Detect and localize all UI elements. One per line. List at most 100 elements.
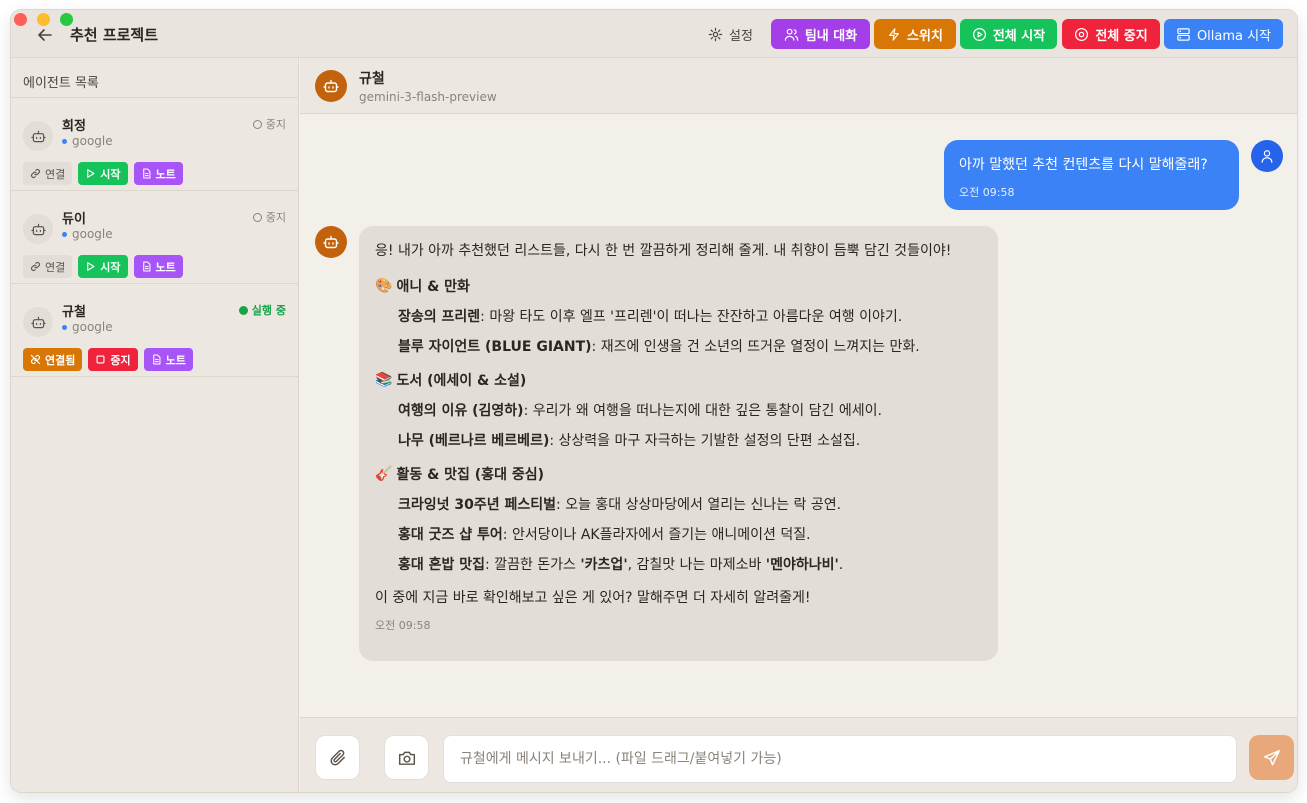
agent-provider: google bbox=[62, 227, 113, 241]
agent-provider: google bbox=[62, 134, 113, 148]
start-button[interactable]: 시작 bbox=[78, 162, 128, 185]
chat-agent-name: 규철 bbox=[359, 71, 385, 87]
arrow-left-icon bbox=[38, 29, 52, 41]
item-desc: : 안서당이나 AK플라자에서 즐기는 애니메이션 덕질. bbox=[502, 527, 811, 543]
start-all-button[interactable]: 전체 시작 bbox=[960, 19, 1057, 49]
provider-dot bbox=[62, 231, 67, 237]
item-desc: , 감칠맛 나는 마제소바 bbox=[627, 557, 766, 573]
item-highlight: '카츠업' bbox=[580, 557, 628, 573]
section-title-books: 📚 도서 (에세이 & 소설) bbox=[375, 370, 982, 390]
switch-button[interactable]: 스위치 bbox=[874, 19, 956, 49]
bot-icon bbox=[323, 79, 339, 93]
app-window: 추천 프로젝트 설정 팀내 대화 스위치 전체 시작 전체 중지 Ollama … bbox=[11, 10, 1297, 792]
connect-button[interactable]: 연결 bbox=[23, 255, 73, 278]
send-button[interactable] bbox=[1249, 735, 1294, 780]
item-name: 나무 (베르나르 베르베르) bbox=[398, 433, 550, 449]
note-label: 노트 bbox=[165, 353, 186, 367]
list-item: 장송의 프리렌: 마왕 타도 이후 엘프 '프리렌'이 떠나는 잔잔하고 아름다… bbox=[375, 306, 982, 326]
stop-button[interactable]: 중지 bbox=[88, 348, 138, 371]
users-icon bbox=[784, 28, 799, 41]
file-text-icon bbox=[142, 168, 150, 179]
agent-actions: 연결됨 중지 노트 bbox=[23, 348, 193, 371]
section-title-activities: 🎸 활동 & 맛집 (홍대 중심) bbox=[375, 464, 982, 484]
note-button[interactable]: 노트 bbox=[133, 162, 183, 185]
camera-icon bbox=[398, 751, 415, 765]
start-button[interactable]: 시작 bbox=[78, 255, 128, 278]
start-label: 시작 bbox=[100, 167, 121, 181]
gear-icon bbox=[708, 27, 723, 41]
list-item: 홍대 혼밥 맛집: 깔끔한 돈가스 '카츠업', 감칠맛 나는 마제소바 '멘야… bbox=[375, 554, 982, 574]
item-desc: : 오늘 홍대 상상마당에서 열리는 신나는 락 공연. bbox=[556, 497, 842, 513]
link-icon bbox=[30, 261, 41, 272]
play-circle-icon bbox=[972, 27, 986, 41]
chat-header: 규철 gemini-3-flash-preview bbox=[300, 58, 1297, 114]
provider-label: google bbox=[72, 134, 113, 148]
bot-message-avatar bbox=[315, 226, 347, 258]
section-title-text: 애니 & 만화 bbox=[396, 279, 470, 295]
item-desc: : 깔끔한 돈가스 bbox=[485, 557, 581, 573]
sidebar-header: 에이전트 목록 bbox=[11, 58, 298, 98]
section-title-anime: 🎨 애니 & 만화 bbox=[375, 276, 982, 296]
note-button[interactable]: 노트 bbox=[133, 255, 183, 278]
send-icon bbox=[1263, 749, 1280, 765]
item-desc: . bbox=[838, 557, 844, 573]
back-button[interactable] bbox=[35, 25, 55, 45]
chat-panel: 규철 gemini-3-flash-preview 아까 말했던 추천 컨텐츠를… bbox=[300, 58, 1297, 792]
ollama-start-label: Ollama 시작 bbox=[1196, 28, 1272, 44]
status-ring-icon bbox=[252, 212, 262, 222]
note-button[interactable]: 노트 bbox=[143, 348, 193, 371]
bot-message-closing: 이 중에 지금 바로 확인해보고 싶은 게 있어? 말해주면 더 자세히 알려줄… bbox=[375, 590, 811, 606]
agent-provider: google bbox=[62, 320, 113, 334]
stop-all-button[interactable]: 전체 중지 bbox=[1062, 19, 1160, 49]
item-name: 홍대 혼밥 맛집 bbox=[398, 557, 486, 573]
section-title-text: 도서 (에세이 & 소설) bbox=[396, 373, 527, 389]
connect-label: 연결 bbox=[45, 260, 66, 274]
camera-button[interactable] bbox=[384, 735, 429, 780]
paperclip-icon bbox=[329, 749, 345, 766]
provider-label: google bbox=[72, 227, 113, 241]
item-desc: : 상상력을 마구 자극하는 기발한 설정의 단편 소설집. bbox=[549, 433, 861, 449]
agent-avatar bbox=[23, 214, 53, 244]
disconnect-button[interactable]: 연결됨 bbox=[23, 348, 83, 371]
bot-icon bbox=[30, 130, 46, 142]
agent-item-gyucheol[interactable]: 규철 google 실행 중 연결됨 중지 노트 bbox=[11, 284, 298, 377]
bot-icon bbox=[30, 316, 46, 328]
section-title-text: 활동 & 맛집 (홍대 중심) bbox=[396, 467, 544, 483]
status-label: 중지 bbox=[265, 211, 286, 224]
settings-button[interactable]: 설정 bbox=[708, 24, 753, 44]
status-label: 실행 중 bbox=[251, 304, 286, 317]
file-text-icon bbox=[152, 354, 161, 365]
item-desc: : 우리가 왜 여행을 떠나는지에 대한 깊은 통찰이 담긴 에세이. bbox=[523, 403, 882, 419]
agent-item-huijeong[interactable]: 희정 google 중지 연결 시작 노트 bbox=[11, 98, 298, 191]
link-icon bbox=[30, 168, 41, 179]
palette-emoji-icon: 🎨 bbox=[375, 278, 393, 294]
bot-avatar bbox=[315, 70, 347, 102]
list-item: 홍대 굿즈 샵 투어: 안서당이나 AK플라자에서 즐기는 애니메이션 덕질. bbox=[375, 524, 982, 544]
close-window-button[interactable] bbox=[14, 13, 27, 26]
chat-model-name: gemini-3-flash-preview bbox=[359, 90, 497, 104]
top-bar: 추천 프로젝트 설정 팀내 대화 스위치 전체 시작 전체 중지 Ollama … bbox=[11, 10, 1297, 58]
item-desc: : 마왕 타도 이후 엘프 '프리렌'이 떠나는 잔잔하고 아름다운 여행 이야… bbox=[480, 309, 903, 325]
bot-icon bbox=[30, 223, 46, 235]
team-chat-label: 팀내 대화 bbox=[804, 28, 858, 44]
play-icon bbox=[87, 262, 95, 271]
status-label: 중지 bbox=[265, 118, 286, 131]
item-name: 장송의 프리렌 bbox=[398, 309, 481, 325]
agent-name: 규철 bbox=[62, 305, 86, 320]
team-chat-button[interactable]: 팀내 대화 bbox=[771, 19, 870, 49]
user-icon bbox=[1261, 150, 1273, 163]
attach-button[interactable] bbox=[315, 735, 360, 780]
file-text-icon bbox=[142, 261, 150, 272]
agent-avatar bbox=[23, 121, 53, 151]
server-icon bbox=[1177, 27, 1190, 41]
user-message-bubble: 아까 말했던 추천 컨텐츠를 다시 말해줄래? 오전 09:58 bbox=[944, 140, 1239, 210]
unlink-icon bbox=[30, 354, 41, 365]
agent-avatar bbox=[23, 307, 53, 337]
provider-dot bbox=[62, 324, 67, 330]
connect-button[interactable]: 연결 bbox=[23, 162, 73, 185]
agent-item-dewey[interactable]: 듀이 google 중지 연결 시작 노트 bbox=[11, 191, 298, 284]
guitar-emoji-icon: 🎸 bbox=[375, 466, 393, 482]
provider-dot bbox=[62, 138, 67, 144]
ollama-start-button[interactable]: Ollama 시작 bbox=[1164, 19, 1283, 49]
message-input[interactable] bbox=[443, 735, 1237, 783]
